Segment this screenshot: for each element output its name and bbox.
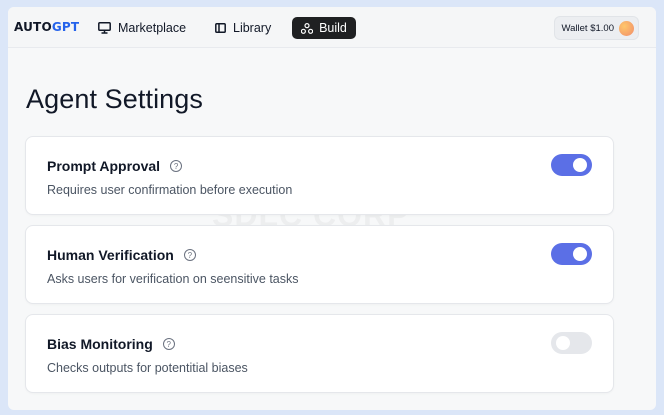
page-title: Agent Settings — [26, 84, 204, 114]
toggle-knob — [573, 158, 587, 172]
toggle-knob — [556, 336, 570, 350]
bias-monitoring-toggle[interactable] — [551, 332, 592, 354]
setting-description: Requires user confirmation before execut… — [47, 183, 293, 197]
setting-title-text: Prompt Approval — [47, 158, 161, 174]
help-circle-icon[interactable]: ? — [183, 249, 196, 261]
avatar[interactable] — [619, 20, 634, 36]
human-verification-toggle[interactable] — [551, 243, 592, 265]
setting-title-text: Bias Monitoring — [47, 336, 153, 352]
setting-card-human-verification: Human Verification ? Asks users for veri… — [25, 225, 614, 304]
autogpt-logo[interactable]: AUTO GPT — [14, 20, 79, 34]
setting-description: Asks users for verification on seensitiv… — [47, 272, 299, 286]
help-circle-icon[interactable]: ? — [170, 160, 183, 172]
setting-title: Human Verification ? — [47, 247, 196, 263]
setting-card-bias-monitoring: Bias Monitoring ? Checks outputs for pot… — [25, 314, 614, 393]
nav-library[interactable]: Library — [215, 17, 271, 39]
wallet-label: Wallet $1.00 — [561, 22, 614, 34]
logo-text-part1: AUTO — [14, 20, 52, 34]
build-icon — [301, 22, 314, 34]
monitor-icon — [98, 22, 111, 34]
setting-card-prompt-approval: Prompt Approval ? Requires user confirma… — [25, 136, 614, 215]
prompt-approval-toggle[interactable] — [551, 154, 592, 176]
setting-description: Checks outputs for potentitial biases — [47, 361, 248, 375]
nav-marketplace-label: Marketplace — [118, 21, 187, 35]
setting-title: Prompt Approval ? — [47, 158, 183, 174]
top-navigation-bar: AUTO GPT Marketplace Library Build Wallet… — [8, 7, 656, 48]
setting-title: Bias Monitoring ? — [47, 336, 175, 352]
app-window: AUTO GPT Marketplace Library Build Wallet… — [8, 7, 656, 410]
library-icon — [215, 23, 226, 33]
help-circle-icon[interactable]: ? — [162, 338, 175, 350]
nav-build[interactable]: Build — [292, 17, 356, 39]
setting-title-text: Human Verification — [47, 247, 174, 263]
nav-marketplace[interactable]: Marketplace — [98, 17, 186, 39]
wallet-button[interactable]: Wallet $1.00 — [553, 16, 639, 40]
toggle-knob — [573, 247, 587, 261]
logo-text-part2: GPT — [51, 20, 80, 34]
nav-library-label: Library — [233, 21, 272, 35]
nav-build-label: Build — [319, 21, 347, 35]
